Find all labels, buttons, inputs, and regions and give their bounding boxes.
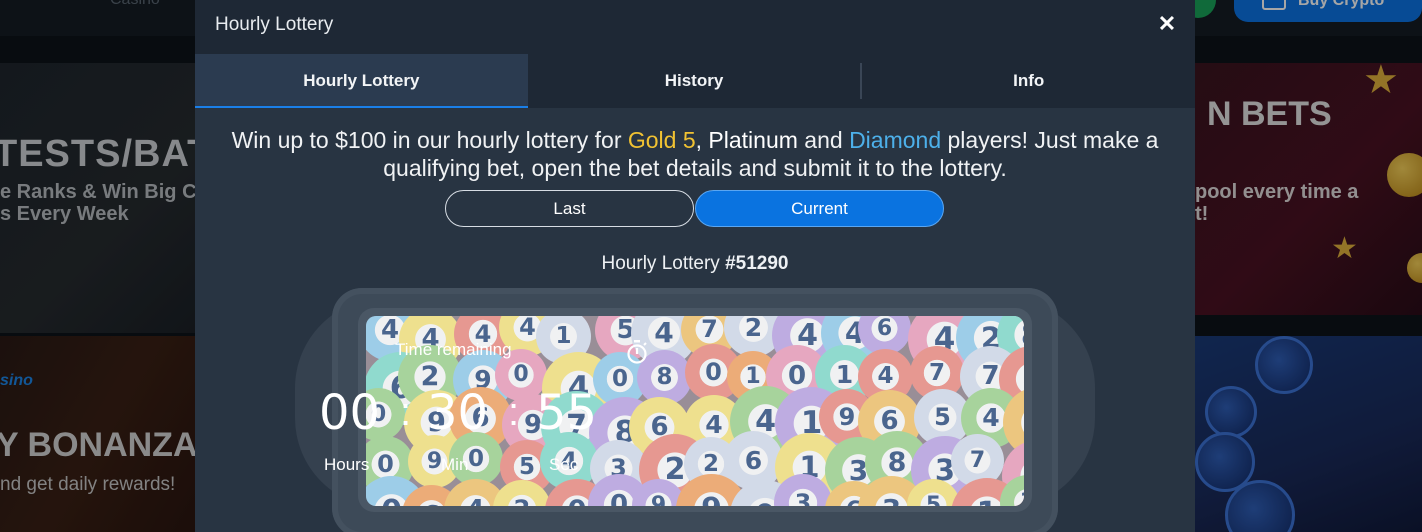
timer-colon: :: [508, 390, 520, 434]
timer-seconds: 55: [536, 385, 598, 441]
modal-header: Hourly Lottery ✕: [195, 0, 1195, 54]
close-icon[interactable]: ✕: [1153, 10, 1181, 38]
promo-part: ,: [695, 127, 709, 153]
tab-history[interactable]: History: [528, 54, 861, 108]
lottery-round-title: Hourly Lottery #51290: [195, 253, 1195, 275]
lottery-number: #51290: [725, 253, 789, 274]
promo-part: Win up to $100 in our hourly lottery for: [231, 127, 628, 153]
timer-minutes: 30: [427, 385, 489, 441]
tab-info[interactable]: Info: [862, 54, 1195, 108]
promo-text: Win up to $100 in our hourly lottery for…: [195, 126, 1195, 182]
seconds-unit-label: Sec: [549, 455, 579, 474]
tab-hourly-lottery[interactable]: Hourly Lottery: [195, 54, 528, 108]
time-remaining-label: Time remaining: [395, 340, 512, 359]
timer-colon: :: [400, 390, 412, 434]
tier-platinum: Platinum: [708, 127, 798, 153]
last-round-button[interactable]: Last: [445, 190, 694, 227]
hours-unit-label: Hours: [324, 455, 370, 474]
promo-part: and: [797, 127, 850, 153]
minutes-unit-label: Min: [441, 455, 469, 474]
lottery-label: Hourly Lottery: [601, 253, 720, 274]
current-round-button[interactable]: Current: [695, 190, 944, 227]
timer-hours: 00: [319, 385, 381, 441]
hourly-lottery-modal: Hourly Lottery ✕ Hourly Lottery History …: [195, 0, 1195, 532]
round-selector: Last Current: [445, 190, 945, 227]
promo-part: players! Just make a: [941, 127, 1159, 153]
modal-tabs: Hourly Lottery History Info: [195, 54, 1195, 108]
stopwatch-icon: [627, 340, 647, 364]
tier-gold: Gold 5: [627, 127, 696, 153]
promo-line2: qualifying bet, open the bet details and…: [383, 155, 1007, 181]
modal-title: Hourly Lottery: [215, 14, 334, 35]
tier-diamond: Diamond: [849, 127, 942, 153]
